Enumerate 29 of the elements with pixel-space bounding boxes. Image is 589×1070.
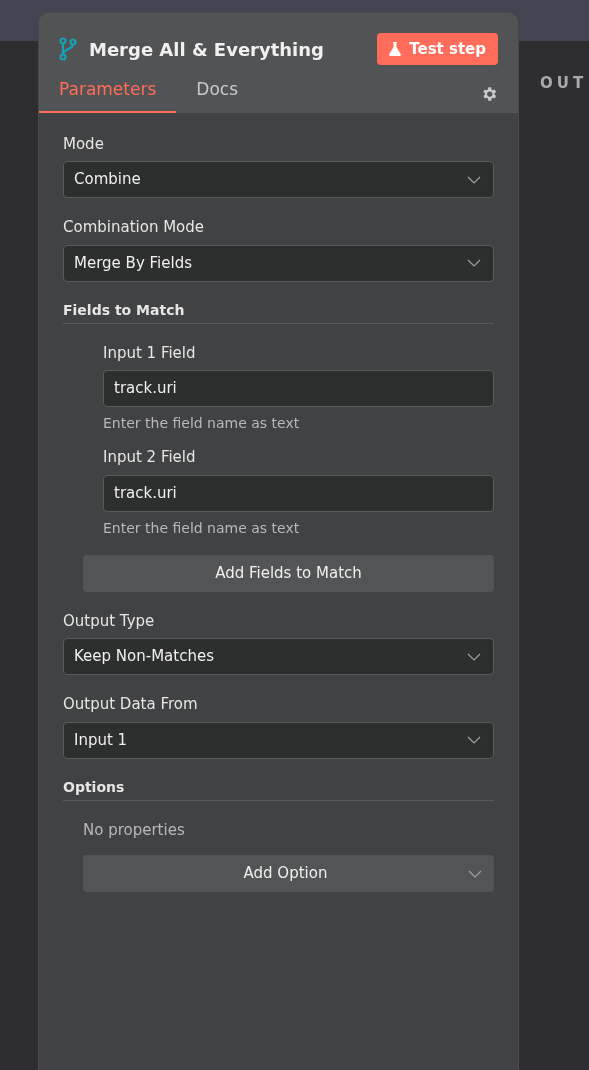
section-heading: Options	[63, 776, 494, 801]
chevron-down-icon	[467, 259, 481, 267]
field-label: Input 1 Field	[103, 342, 197, 364]
field-label: Combination Mode	[63, 217, 206, 238]
add-fields-button[interactable]: Add Fields to Match	[83, 554, 494, 592]
select-field[interactable]: Combine	[63, 161, 494, 198]
flask-icon	[389, 42, 402, 56]
chevron-down-icon	[467, 736, 481, 744]
empty-text: No properties	[83, 819, 186, 841]
chevron-down-icon	[468, 869, 482, 878]
chevron-down-icon	[467, 175, 481, 184]
select-field[interactable]: Keep Non-Matches	[63, 638, 494, 675]
field-label: Output Type	[63, 610, 156, 632]
field-hint: Enter the field name as text	[103, 518, 301, 538]
add-option-button[interactable]: Add Option	[83, 855, 494, 892]
select-field[interactable]: Merge By Fields	[63, 244, 494, 282]
output-heading: OUT	[540, 73, 588, 94]
text-input-field[interactable]: track.uri	[103, 474, 494, 512]
section-heading: Fields to Match	[63, 299, 494, 324]
branch-icon	[59, 37, 77, 61]
field-label: Input 2 Field	[103, 447, 197, 468]
tab[interactable]: Docs	[176, 77, 258, 113]
text-input-field[interactable]: track.uri	[103, 370, 494, 407]
field-hint: Enter the field name as text	[103, 414, 301, 433]
select-field[interactable]: Input 1	[63, 721, 494, 759]
chevron-down-icon	[467, 652, 481, 661]
field-label: Mode	[63, 133, 105, 155]
field-label: Output Data From	[63, 694, 199, 715]
panel-title: Merge All & Everything	[89, 37, 324, 62]
